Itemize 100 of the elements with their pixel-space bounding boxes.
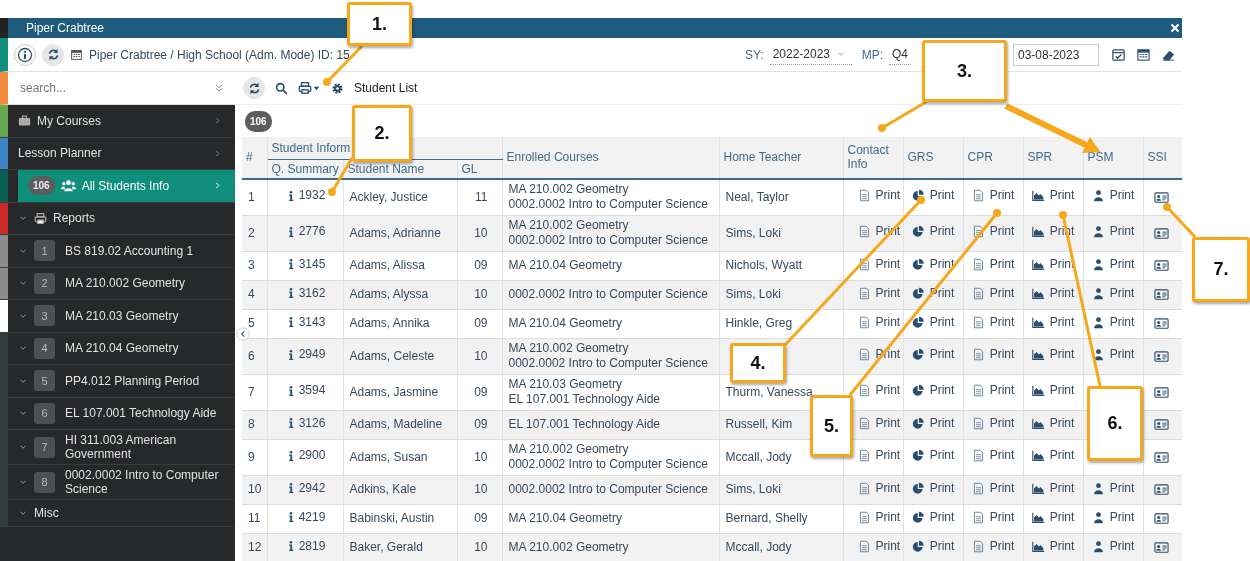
sidebar-item[interactable]: My Courses — [8, 105, 235, 137]
table-cell: 09 — [457, 374, 502, 410]
sidebar-item[interactable]: 4 MA 210.04 Geometry — [8, 332, 235, 364]
file-icon — [857, 384, 871, 397]
user-icon — [1091, 510, 1105, 524]
table-cell: Mccall, Jody — [719, 533, 843, 561]
summary-link[interactable]: 3594 — [284, 383, 326, 399]
course-name: 0002.0002 Intro to Computer Science — [508, 356, 709, 371]
pie-chart-icon — [911, 286, 925, 300]
print-link[interactable]: Print — [1031, 383, 1075, 398]
summary-link[interactable]: 1932 — [284, 188, 326, 204]
sidebar-item[interactable]: 8 0002.0002 Intro to Computer Science — [8, 465, 235, 499]
print-link[interactable]: Print — [911, 256, 955, 272]
sidebar-item[interactable]: 5 PP4.012 Planning Period — [8, 365, 235, 397]
sidebar-item[interactable]: Lesson Planner — [8, 137, 235, 169]
print-link[interactable]: Print — [971, 448, 1015, 463]
sidebar-item[interactable]: 1 BS 819.02 Accounting 1 — [8, 235, 235, 267]
number-badge: 1 — [34, 240, 55, 262]
sidebar-item[interactable]: 106 All Students Info — [18, 170, 235, 202]
print-link[interactable]: Print — [971, 188, 1015, 203]
print-link[interactable]: Print — [857, 509, 901, 525]
id-card-icon[interactable] — [1153, 384, 1169, 400]
table-cell: 11 — [242, 504, 267, 533]
refresh-button[interactable] — [42, 43, 64, 66]
refresh-button[interactable] — [243, 77, 265, 99]
search-icon[interactable] — [275, 81, 288, 95]
id-card-icon[interactable] — [1153, 482, 1169, 498]
id-card-icon[interactable] — [1153, 348, 1169, 364]
search-box[interactable]: search... — [0, 72, 235, 105]
sidebar-item[interactable]: 3 MA 210.03 Geometry — [8, 300, 235, 332]
summary-link[interactable]: 2900 — [284, 448, 326, 464]
table-cell: 09 — [457, 309, 502, 338]
pie-chart-icon — [911, 449, 925, 462]
print-link[interactable]: Print — [911, 509, 955, 525]
course-name: MA 210.04 Geometry — [508, 511, 623, 526]
summary-link[interactable]: 4219 — [284, 509, 326, 525]
close-icon[interactable] — [1168, 21, 1182, 35]
print-link[interactable]: Print — [857, 314, 901, 330]
calendar-icon[interactable] — [1136, 47, 1151, 62]
id-card-icon[interactable] — [1153, 540, 1169, 556]
summary-link[interactable]: 3145 — [284, 256, 326, 272]
file-icon — [971, 286, 985, 300]
id-card-icon[interactable] — [1153, 449, 1169, 465]
pie-chart-icon — [911, 384, 925, 397]
id-card-icon[interactable] — [1153, 417, 1169, 433]
file-icon — [857, 315, 871, 329]
pie-chart-icon — [911, 348, 925, 361]
print-link[interactable]: Print — [911, 383, 955, 398]
print-link[interactable]: Print — [911, 448, 955, 463]
sidebar-item[interactable]: 6 EL 107.001 Technology Aide — [8, 397, 235, 429]
print-link[interactable]: Print — [911, 314, 955, 330]
id-card-icon[interactable] — [1153, 511, 1169, 527]
area-chart-icon — [1031, 225, 1045, 238]
file-icon — [971, 257, 985, 271]
user-icon — [1091, 315, 1105, 329]
school-year-select[interactable]: 2022-2023 — [769, 44, 852, 65]
table-cell: 10 — [457, 439, 502, 475]
print-link[interactable]: Print — [971, 256, 1015, 272]
column-header: PSM — [1083, 137, 1143, 179]
print-link[interactable]: Print — [1091, 314, 1135, 330]
course-name: 0002.0002 Intro to Computer Science — [508, 457, 709, 472]
collapse-handle[interactable] — [236, 327, 250, 341]
number-badge: 2 — [34, 272, 55, 294]
print-link[interactable]: Print — [1031, 509, 1075, 525]
id-card-icon[interactable] — [1153, 316, 1169, 332]
print-link[interactable]: Print — [971, 314, 1015, 330]
print-link[interactable]: Print — [1031, 188, 1075, 203]
print-link[interactable]: Print — [857, 383, 901, 398]
toolbar-title: Student List — [354, 80, 418, 97]
sidebar-item[interactable]: Reports — [8, 202, 235, 234]
print-link[interactable]: Print — [1091, 509, 1135, 525]
sidebar-item[interactable]: Misc — [8, 500, 235, 526]
print-link[interactable]: Print — [1031, 448, 1075, 463]
info-button[interactable] — [14, 43, 36, 66]
print-link[interactable]: Print — [971, 383, 1015, 398]
area-chart-icon — [1031, 384, 1045, 397]
print-link[interactable]: Print — [1091, 256, 1135, 272]
id-card-icon[interactable] — [1153, 225, 1169, 241]
id-card-icon[interactable] — [1153, 189, 1169, 205]
briefcase-icon — [18, 114, 31, 128]
sidebar-item[interactable]: 2 MA 210.002 Geometry — [8, 267, 235, 299]
id-card-icon[interactable] — [1153, 287, 1169, 303]
sidebar-item[interactable]: 7 HI 311.003 American Government — [8, 430, 235, 464]
print-link[interactable]: Print — [1091, 188, 1135, 203]
file-icon — [971, 449, 985, 462]
summary-link[interactable]: 3143 — [284, 314, 326, 330]
print-link[interactable]: Print — [857, 256, 901, 272]
print-link[interactable]: Print — [971, 509, 1015, 525]
print-link[interactable]: Print — [1031, 314, 1075, 330]
number-badge: 3 — [34, 305, 55, 327]
print-link[interactable]: Print — [857, 188, 901, 203]
file-icon — [857, 481, 871, 495]
date-field[interactable]: 03-08-2023 — [1013, 43, 1099, 66]
table-cell: 10 — [457, 338, 502, 374]
marking-period-select[interactable]: Q4 — [889, 44, 911, 65]
print-link[interactable]: Print — [857, 448, 901, 463]
print-menu-button[interactable] — [298, 81, 321, 95]
calendar-check-icon[interactable] — [1111, 47, 1126, 62]
course-name: MA 210.002 Geometry — [508, 540, 630, 555]
id-card-icon[interactable] — [1153, 258, 1169, 274]
